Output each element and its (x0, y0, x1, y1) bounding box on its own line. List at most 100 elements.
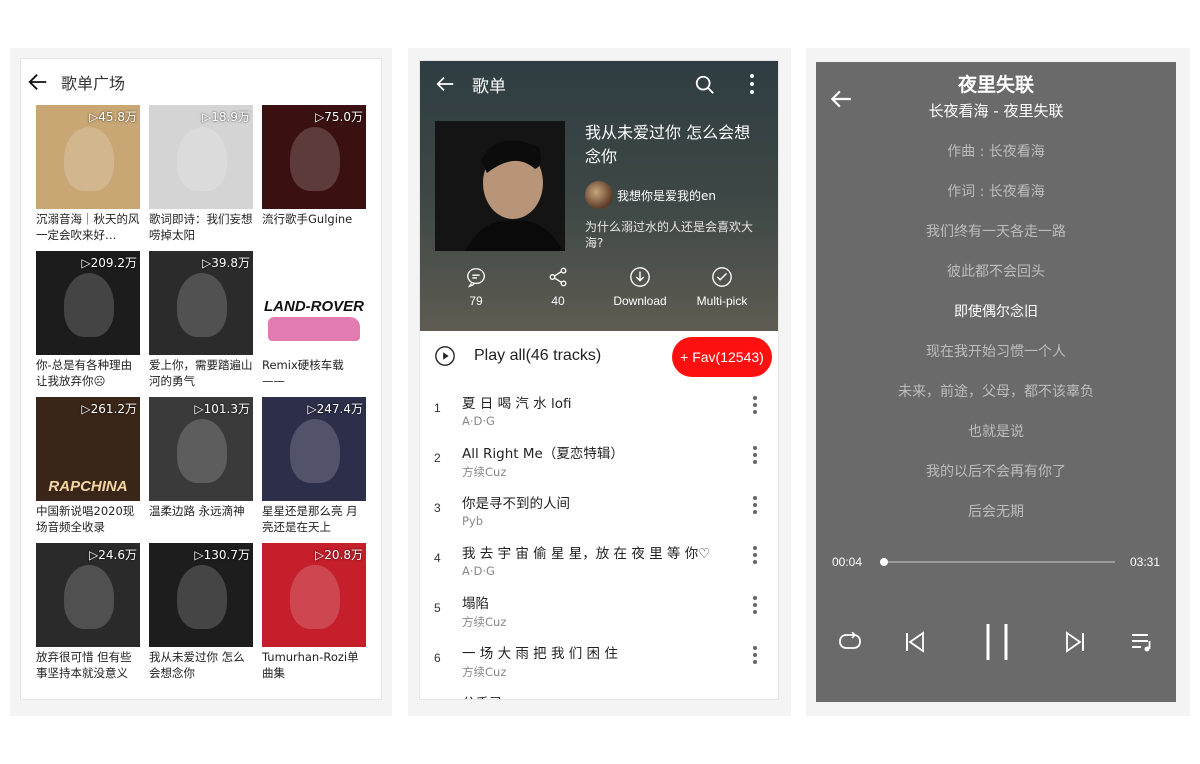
total-time: 03:31 (1129, 555, 1160, 569)
play-all-row[interactable]: Play all(46 tracks) + Fav(12543) (420, 331, 778, 381)
song-subtitle: 长夜看海 - 夜里失联 (928, 102, 1064, 120)
cover-logo-text: RAPCHINA (48, 478, 128, 495)
download-button[interactable]: Download (599, 266, 681, 308)
play-count: ▷24.6万 (89, 548, 137, 562)
track-artist: 方续Cuz (462, 665, 507, 679)
playlist-caption: 沉溺音海｜秋天的风一定会吹来好… (36, 212, 140, 242)
track-number: 5 (434, 601, 441, 615)
page-title: 歌单 (472, 76, 506, 97)
download-icon (630, 267, 650, 287)
cover-art (290, 419, 340, 483)
playlist-card[interactable]: ▷45.8万 沉溺音海｜秋天的风一定会吹来好… (36, 105, 140, 243)
multi-pick-icon (712, 267, 732, 287)
playlist-cover: ▷130.7万 (149, 543, 253, 647)
more-vertical-icon[interactable] (752, 496, 758, 516)
current-time: 00:04 (832, 555, 863, 569)
track-row[interactable]: 7分手录 (420, 681, 778, 699)
comment-button[interactable]: 79 (435, 266, 517, 308)
playlist-title: 我从未爱过你 怎么会想念你 (585, 123, 751, 166)
track-title: 分手录 (462, 692, 503, 699)
cover-logo-text: LAND-ROVER (264, 298, 364, 315)
playlist-card[interactable]: ▷209.2万你-总是有各种理由让我放弃你☹ (36, 251, 140, 389)
track-row[interactable]: 5 塌陷 方续Cuz (420, 581, 778, 631)
header: 歌单广场 (21, 59, 381, 105)
playlist-card[interactable]: ▷247.4万星星还是那么亮 月亮还是在天上 (262, 397, 366, 535)
play-count: ▷75.0万 (315, 110, 363, 124)
back-arrow-icon[interactable] (434, 73, 456, 95)
more-vertical-icon[interactable] (752, 396, 758, 416)
track-row[interactable]: 2 All Right Me（夏恋特辑） 方续Cuz (420, 431, 778, 481)
playlist-header-area: 歌单 我从未爱过你 怎么会想念你 我想你是爱我的en 为什么溺过水的人还是会喜欢… (420, 61, 778, 331)
cover-art (177, 419, 227, 483)
playlist-cover: ▷75.0万 (262, 105, 366, 209)
play-circle-icon[interactable] (434, 345, 456, 367)
playlist-card[interactable]: ▷24.6万 放弃很可惜 但有些事坚持本就没意义 (36, 543, 140, 681)
lyric-line: 作曲 : 长夜看海 (947, 144, 1045, 160)
track-row[interactable]: 1 夏 日 喝 汽 水 lofi A·D·G (420, 381, 778, 431)
lyric-line: 彼此都不会回头 (947, 264, 1045, 280)
track-title: All Right Me（夏恋特辑） (462, 446, 624, 462)
lyrics-panel[interactable]: 作曲 : 长夜看海 作词 : 长夜看海 我们终有一天各走一路 彼此都不会回头 即使偶尔念… (816, 140, 1176, 540)
playlist-card[interactable]: ▷39.8万 爱上你，需要踏遍山河的勇气 (149, 251, 253, 389)
more-vertical-icon[interactable] (752, 446, 758, 466)
playlist-queue-icon[interactable] (1130, 630, 1154, 654)
playlist-card[interactable]: LAND-ROVER Remix硬核车载—— (262, 251, 366, 389)
multi-pick-label: Multi-pick (696, 294, 748, 308)
playlist-card[interactable]: ▷130.7万 我从未爱过你 怎么会想念你 (149, 543, 253, 681)
playlist-caption: 星星还是那么亮 月亮还是在天上 (262, 504, 358, 534)
previous-icon[interactable] (904, 630, 926, 654)
lyric-line: 我们终有一天各走一路 (926, 224, 1066, 240)
playlist-detail-screen: 歌单 我从未爱过你 怎么会想念你 我想你是爱我的en 为什么溺过水的人还是会喜欢… (419, 60, 779, 700)
progress-knob[interactable] (879, 558, 888, 566)
play-count: ▷247.4万 (307, 402, 363, 416)
cover-art (64, 127, 114, 191)
lyric-line: 我的以后不会再有你了 (926, 464, 1066, 480)
cover-art (64, 273, 114, 337)
car-image (268, 317, 360, 341)
track-row[interactable]: 4 我 去 宇 宙 偷 星 星，放 在 夜 里 等 你♡ A·D·G (420, 531, 778, 581)
search-icon[interactable] (694, 74, 716, 96)
track-title: 我 去 宇 宙 偷 星 星，放 在 夜 里 等 你♡ (462, 546, 711, 562)
playlist-cover: ▷45.8万 (36, 105, 140, 209)
cover-art (64, 565, 114, 629)
pause-icon[interactable] (982, 622, 1012, 662)
back-arrow-icon[interactable] (27, 71, 49, 93)
player-screen: 夜里失联 长夜看海 - 夜里失联 作曲 : 长夜看海 作词 : 长夜看海 我们终有一… (816, 62, 1176, 702)
cover-art (177, 127, 227, 191)
progress-bar[interactable] (880, 561, 1115, 563)
repeat-icon[interactable] (838, 632, 862, 652)
more-vertical-icon[interactable] (750, 74, 754, 94)
comment-count: 79 (469, 294, 483, 308)
song-title: 夜里失联 (957, 74, 1034, 96)
lyric-line: 未来，前途，父母，都不该辜负 (898, 384, 1094, 400)
more-vertical-icon[interactable] (752, 596, 758, 616)
header: 歌单 (420, 61, 778, 107)
track-number: 3 (434, 501, 441, 515)
track-number: 4 (434, 551, 441, 565)
play-count: ▷209.2万 (81, 256, 137, 270)
playlist-card[interactable]: ▷18.9万 歌词即诗：我们妄想唠掉太阳 (149, 105, 253, 243)
playlist-card[interactable]: ▷75.0万 流行歌手Gulgine (262, 105, 366, 243)
playlist-square-screen: 歌单广场 ▷45.8万 沉溺音海｜秋天的风一定会吹来好… ▷18.9万 歌词即诗：我们… (20, 58, 382, 700)
lyric-line: 现在我开始习惯一个人 (926, 344, 1066, 360)
creator-link[interactable]: 我想你是爱我的en (585, 181, 716, 209)
more-vertical-icon[interactable] (752, 646, 758, 666)
share-button[interactable]: 40 (517, 266, 599, 308)
more-vertical-icon[interactable] (752, 546, 758, 566)
track-row[interactable]: 6 一 场 大 雨 把 我 们 困 住方续Cuz (420, 631, 778, 681)
playlist-card[interactable]: ▷101.3万 温柔边路 永远滴神 (149, 397, 253, 535)
playlist-caption: 你-总是有各种理由让我放弃你☹ (36, 358, 133, 388)
playlist-card[interactable]: ▷20.8万 Tumurhan-Rozi单曲集 (262, 543, 366, 681)
page-title: 歌单广场 (61, 74, 126, 93)
track-artist: A·D·G (462, 564, 495, 578)
playlist-cover: ▷39.8万 (149, 251, 253, 355)
track-artist: 方续Cuz (462, 465, 507, 479)
track-row[interactable]: 3 你是寻不到的人间 Pyb (420, 481, 778, 531)
multi-pick-button[interactable]: Multi-pick (681, 266, 763, 308)
playlist-caption: 歌词即诗：我们妄想唠掉太阳 (149, 212, 253, 242)
fav-button[interactable]: + Fav(12543) (672, 337, 772, 377)
next-icon[interactable] (1064, 630, 1086, 654)
playlist-card[interactable]: RAPCHINA ▷261.2万 中国新说唱2020现场音频全收录 (36, 397, 140, 535)
album-cover[interactable] (435, 121, 565, 251)
creator-name: 我想你是爱我的en (617, 188, 716, 203)
